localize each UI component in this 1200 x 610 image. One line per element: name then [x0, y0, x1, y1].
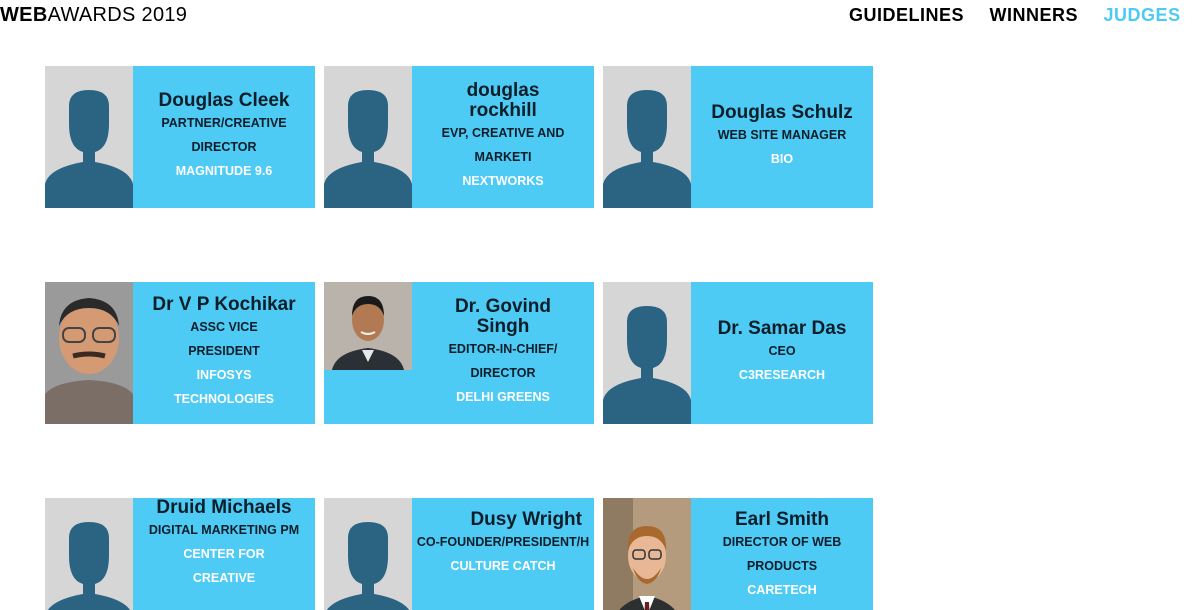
judge-info: Dr V P Kochikar ASSC VICE PRESIDENT INFO… — [133, 282, 315, 424]
judge-company: DELHI GREENS — [456, 390, 550, 404]
judge-name: Dr. Govind Singh — [454, 296, 552, 337]
judge-title: EVP, CREATIVE AND MARKETI — [441, 126, 565, 164]
nav-judges[interactable]: JUDGES — [1104, 5, 1181, 25]
judge-title: CEO — [768, 344, 796, 358]
judge-card[interactable]: Dr. Govind Singh EDITOR-IN-CHIEF/ DIRECT… — [324, 282, 594, 424]
judge-company: C3RESEARCH — [738, 368, 826, 382]
judge-info: Dr. Samar Das CEO C3RESEARCH — [691, 282, 873, 424]
nav-winners[interactable]: WINNERS — [990, 5, 1079, 25]
placeholder-avatar-icon — [603, 66, 691, 208]
portrait-photo — [45, 282, 133, 424]
judge-name: Earl Smith — [735, 509, 829, 530]
judge-info: Douglas Schulz WEB SITE MANAGER BIO — [691, 66, 873, 208]
judge-name: Douglas Schulz — [711, 102, 853, 123]
judge-company: BIO — [770, 152, 794, 166]
placeholder-avatar-icon — [45, 498, 133, 610]
logo-bold-text: WEB — [0, 4, 48, 26]
judge-name: Dr. Samar Das — [717, 318, 847, 339]
judge-info: douglas rockhill EVP, CREATIVE AND MARKE… — [412, 66, 594, 208]
judge-company: CULTURE CATCH — [450, 559, 556, 573]
placeholder-avatar-icon — [324, 66, 412, 208]
judge-name: Druid Michaels — [156, 498, 292, 518]
judge-card[interactable]: Dr. Samar Das CEO C3RESEARCH — [603, 282, 873, 424]
judge-name: Dr V P Kochikar — [152, 294, 296, 315]
judge-info: Dr. Govind Singh EDITOR-IN-CHIEF/ DIRECT… — [412, 282, 594, 424]
judge-company: MAGNITUDE 9.6 — [175, 164, 273, 178]
judge-card[interactable]: Dusy Wright CO-FOUNDER/PRESIDENT/H CULTU… — [324, 498, 594, 610]
judge-company: CARETECH — [747, 583, 817, 597]
placeholder-avatar-icon — [603, 282, 691, 424]
nav-guidelines[interactable]: GUIDELINES — [849, 5, 964, 25]
judge-card[interactable]: Druid Michaels DIGITAL MARKETING PM CENT… — [45, 498, 315, 610]
main-nav: GUIDELINES WINNERS JUDGES — [849, 5, 1200, 26]
placeholder-avatar-icon — [324, 498, 412, 610]
site-logo[interactable]: WEBAWARDS 2019 — [0, 4, 187, 27]
judge-company: INFOSYS TECHNOLOGIES — [173, 368, 274, 406]
judge-info: Douglas Cleek PARTNER/CREATIVE DIRECTOR … — [133, 66, 315, 208]
judge-card[interactable]: Earl Smith DIRECTOR OF WEB PRODUCTS CARE… — [603, 498, 873, 610]
judge-title: PARTNER/CREATIVE DIRECTOR — [161, 116, 287, 154]
portrait-photo — [324, 282, 412, 370]
judge-info: Druid Michaels DIGITAL MARKETING PM CENT… — [133, 498, 315, 610]
judge-name: Dusy Wright — [470, 509, 582, 530]
judge-card[interactable]: douglas rockhill EVP, CREATIVE AND MARKE… — [324, 66, 594, 208]
judge-title: WEB SITE MANAGER — [717, 128, 847, 142]
placeholder-avatar-icon — [45, 66, 133, 208]
judge-title: EDITOR-IN-CHIEF/ DIRECTOR — [448, 342, 558, 380]
judge-title: CO-FOUNDER/PRESIDENT/H — [416, 535, 590, 549]
judge-company: NEXTWORKS — [462, 174, 544, 188]
judge-info: Earl Smith DIRECTOR OF WEB PRODUCTS CARE… — [691, 498, 873, 610]
judge-name: Douglas Cleek — [158, 90, 290, 111]
logo-light-text: AWARDS 2019 — [47, 4, 188, 26]
judge-card[interactable]: Dr V P Kochikar ASSC VICE PRESIDENT INFO… — [45, 282, 315, 424]
judge-title: ASSC VICE PRESIDENT — [188, 320, 260, 358]
judge-card[interactable]: Douglas Schulz WEB SITE MANAGER BIO — [603, 66, 873, 208]
judge-info: Dusy Wright CO-FOUNDER/PRESIDENT/H CULTU… — [412, 498, 594, 610]
judge-title: DIGITAL MARKETING PM — [148, 523, 300, 537]
portrait-photo — [603, 498, 691, 610]
site-header: WEBAWARDS 2019 GUIDELINES WINNERS JUDGES — [0, 0, 1200, 34]
judge-title: DIRECTOR OF WEB PRODUCTS — [722, 535, 842, 573]
judge-company: CENTER FOR CREATIVE — [183, 547, 265, 585]
judge-card[interactable]: Douglas Cleek PARTNER/CREATIVE DIRECTOR … — [45, 66, 315, 208]
judge-name: douglas rockhill — [466, 80, 540, 121]
